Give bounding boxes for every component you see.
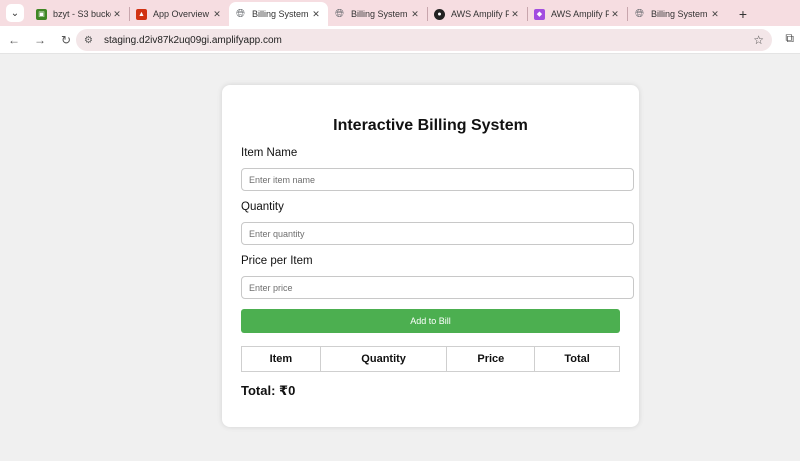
column-header-quantity: Quantity <box>319 346 448 372</box>
tab-search-button[interactable]: ⌄ <box>6 4 24 22</box>
price-input[interactable] <box>241 276 634 299</box>
page-title: Interactive Billing System <box>333 117 528 134</box>
tab-title: Billing System <box>351 9 408 19</box>
s3-bucket-icon: ▣ <box>36 8 47 20</box>
arrow-right-icon: → <box>34 32 46 47</box>
item-name-label: Item Name <box>241 147 298 159</box>
close-icon[interactable]: ✕ <box>409 9 421 20</box>
close-icon[interactable]: ✕ <box>709 9 721 20</box>
globe-icon: 🌐︎ <box>635 7 644 20</box>
globe-icon: 🌐︎ <box>335 7 344 20</box>
extensions-icon[interactable]: ⧉ <box>785 31 794 46</box>
forward-button[interactable]: → <box>28 28 52 52</box>
reload-icon: ↻ <box>60 32 72 47</box>
close-icon[interactable]: ✕ <box>509 9 521 20</box>
tab-app-overview[interactable]: ▲ App Overview | ✕ <box>130 2 229 26</box>
new-tab-button[interactable]: + <box>733 4 753 24</box>
table-header-row: Item Quantity Price Total <box>241 346 620 372</box>
browser-toolbar: ← → ↻ ⚙ staging.d2iv87k2uq09gi.amplifyap… <box>0 26 800 54</box>
quantity-label: Quantity <box>241 201 284 213</box>
tab-title: App Overview | <box>153 9 211 19</box>
plus-icon: + <box>738 6 748 22</box>
back-button[interactable]: ← <box>2 28 26 52</box>
tab-s3-bucket[interactable]: ▣ bzyt - S3 bucket ✕ <box>30 2 129 26</box>
arrow-left-icon: ← <box>8 32 20 47</box>
reload-button[interactable]: ↻ <box>54 28 78 52</box>
bill-table: Item Quantity Price Total <box>241 346 620 372</box>
tab-title: AWS Amplify Pr <box>551 9 609 19</box>
address-bar[interactable]: ⚙ staging.d2iv87k2uq09gi.amplifyapp.com … <box>76 29 772 51</box>
tab-billing-system-active[interactable]: 🌐︎ Billing System ✕ <box>229 2 328 26</box>
chevron-down-icon: ⌄ <box>10 7 20 19</box>
site-info-icon[interactable]: ⚙ <box>84 35 98 46</box>
tab-title: Billing System <box>651 9 708 19</box>
column-header-price: Price <box>446 346 536 372</box>
close-icon[interactable]: ✕ <box>609 9 621 20</box>
billing-card: Interactive Billing System Item Name Qua… <box>222 85 639 427</box>
tab-title: AWS Amplify Fr <box>451 9 509 19</box>
close-icon[interactable]: ✕ <box>310 9 322 20</box>
quantity-input[interactable] <box>241 222 634 245</box>
add-to-bill-button[interactable]: Add to Bill <box>241 309 620 333</box>
bookmark-star-icon[interactable]: ☆ <box>753 33 764 47</box>
column-header-item: Item <box>241 346 321 372</box>
page-viewport: Interactive Billing System Item Name Qua… <box>0 54 800 461</box>
globe-icon: 🌐︎ <box>236 7 245 20</box>
url-text: staging.d2iv87k2uq09gi.amplifyapp.com <box>104 34 282 46</box>
cube-icon: ◆ <box>534 8 545 20</box>
item-name-input[interactable] <box>241 168 634 191</box>
amplify-warning-icon: ▲ <box>136 8 147 20</box>
price-label: Price per Item <box>241 255 313 267</box>
tab-aws-amplify-pr[interactable]: ◆ AWS Amplify Pr ✕ <box>528 2 627 26</box>
github-icon: ● <box>434 8 445 20</box>
tab-strip: ⌄ ▣ bzyt - S3 bucket ✕ ▲ App Overview | … <box>0 0 800 26</box>
close-icon[interactable]: ✕ <box>111 9 123 20</box>
tab-aws-amplify-fr[interactable]: ● AWS Amplify Fr ✕ <box>428 2 527 26</box>
tab-title: Billing System <box>252 9 309 19</box>
total-amount: Total: ₹0 <box>241 383 296 398</box>
tab-title: bzyt - S3 bucket <box>53 9 111 19</box>
close-icon[interactable]: ✕ <box>211 9 223 20</box>
column-header-total: Total <box>534 346 620 372</box>
tab-billing-system-2[interactable]: 🌐︎ Billing System ✕ <box>628 2 727 26</box>
tab-billing-system[interactable]: 🌐︎ Billing System ✕ <box>328 2 427 26</box>
